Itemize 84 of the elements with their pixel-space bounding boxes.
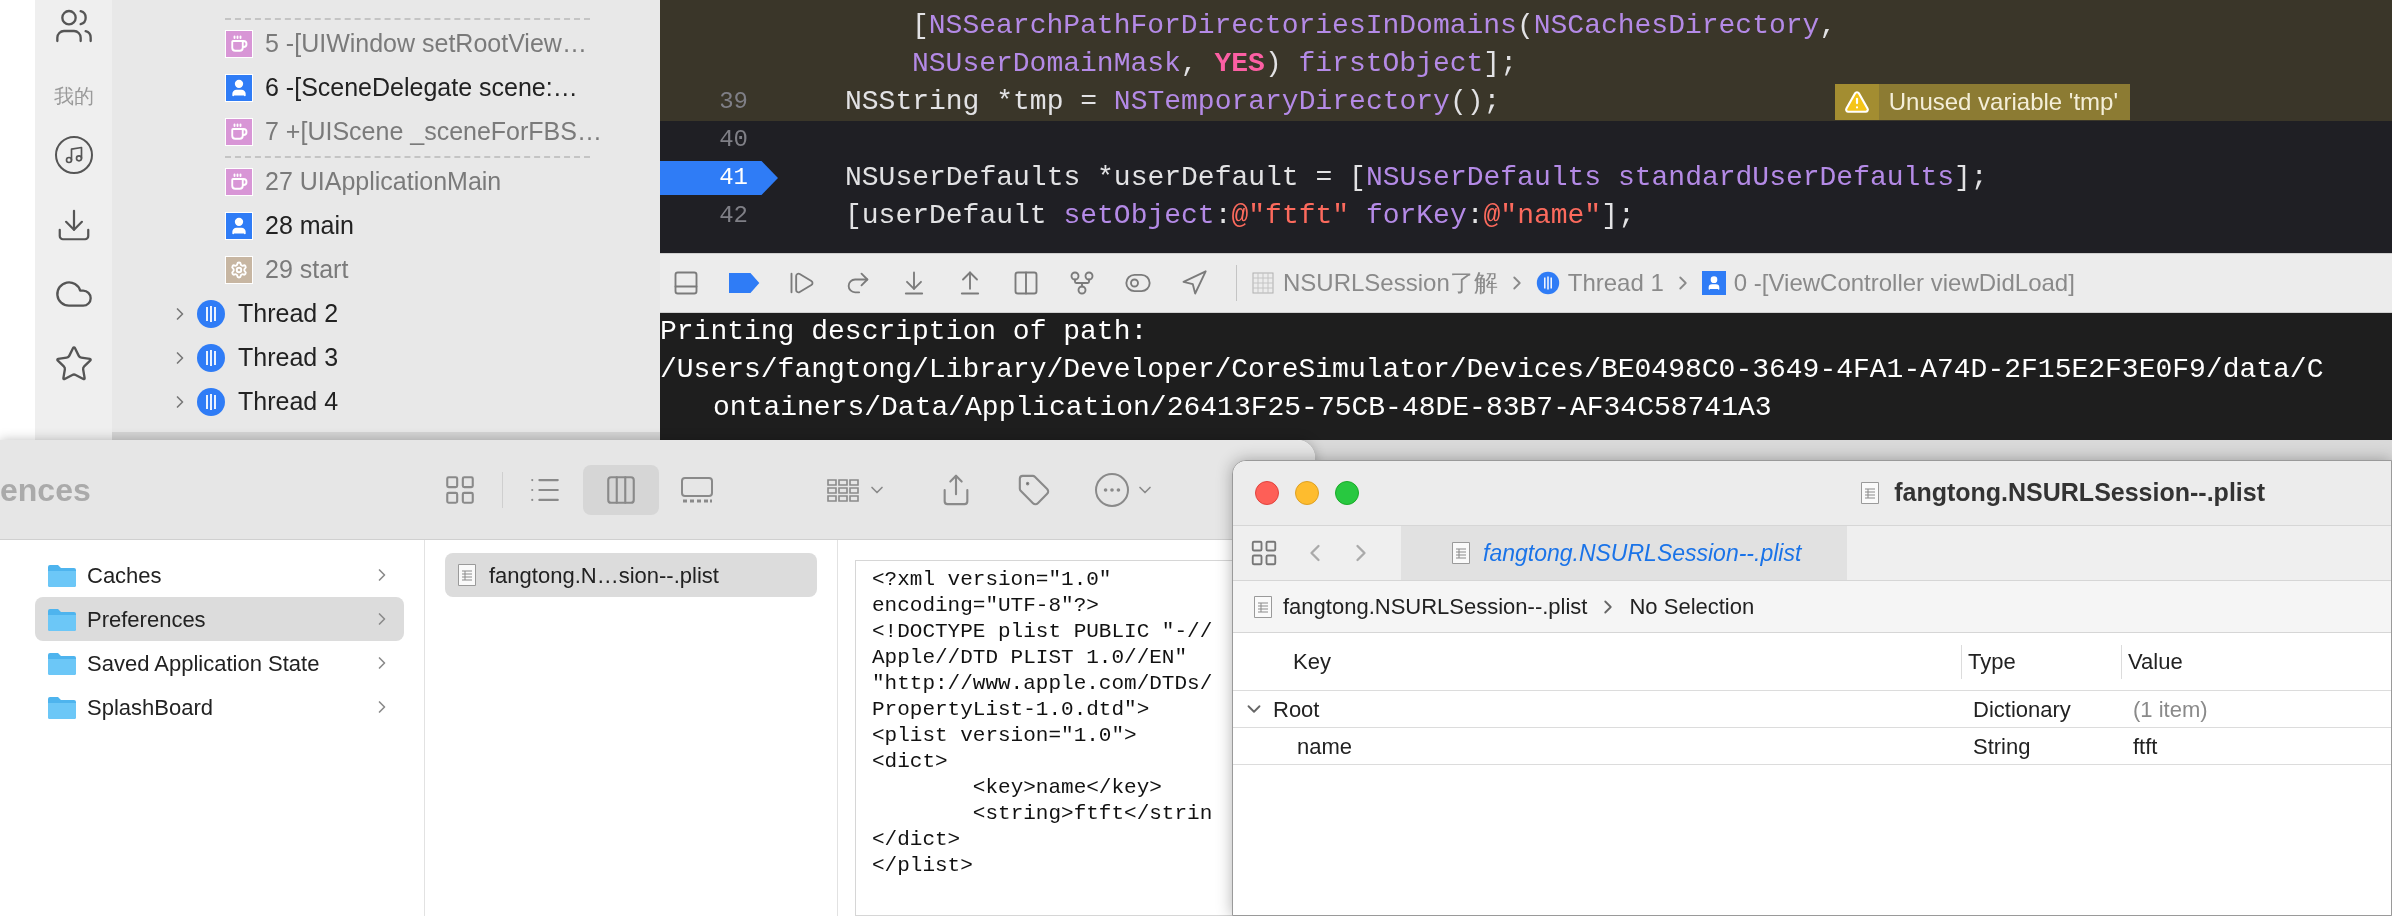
thread-row[interactable]: Thread 4 — [112, 380, 660, 424]
type-cell-text: Dictionary — [1972, 695, 2072, 724]
thread-icon — [196, 343, 226, 373]
xml-line: </plist> — [872, 854, 973, 877]
thread-icon — [1535, 271, 1560, 295]
person-icon — [225, 212, 253, 240]
code-text: [NSSearchPathForDirectoriesInDomains(NSCachesDirectory, — [911, 9, 1837, 43]
xml-line: encoding="UTF-8"?> — [872, 594, 1099, 617]
line-number: 42 — [718, 201, 749, 231]
person-icon — [1701, 271, 1726, 295]
line-number: 39 — [718, 87, 749, 117]
xml-line: <string>ftft</strin — [971, 802, 1213, 825]
code-text: NSUserDefaults *userDefault = [NSUserDefaults standardUserDefaults]; — [844, 161, 1988, 195]
thread-icon — [196, 299, 226, 329]
cup-icon — [225, 30, 253, 58]
stack-frame[interactable]: 29 start — [112, 248, 660, 292]
column-header[interactable]: Value — [2121, 644, 2391, 679]
minimize-button[interactable] — [1295, 481, 1319, 505]
grid-icon — [1251, 271, 1275, 295]
document-icon — [1451, 541, 1471, 565]
folder-icon — [47, 607, 77, 631]
thread-row[interactable]: Thread 3 — [112, 336, 660, 380]
key-cell-text: Root — [1273, 695, 1320, 724]
line-number: 40 — [718, 125, 749, 155]
person-icon — [225, 74, 253, 102]
key-cell: name — [1297, 733, 1353, 759]
xml-line: </dict> — [872, 828, 961, 851]
stack-frame[interactable]: 6 -[SceneDelegate scene:… — [112, 66, 660, 110]
path-item[interactable]: fangtong.NSURLSession--.plist — [1283, 590, 1588, 623]
panel-icon[interactable] — [672, 269, 700, 297]
console-line: ontainers/Data/Application/26413F25-75CB-48DE-83B7-AF34C58741A3 — [713, 392, 1772, 423]
warning-icon — [1834, 84, 1879, 120]
type-cell-text: String — [1972, 732, 2032, 761]
stack-frame[interactable]: 5 -[UIWindow setRootView… — [112, 22, 660, 66]
code-text: NSString *tmp = NSTemporaryDirectory(); — [844, 85, 1501, 119]
document-icon — [1253, 594, 1273, 619]
thread-icon — [196, 387, 226, 417]
xml-line: <key>name</key> — [971, 776, 1162, 799]
xml-line: <!DOCTYPE plist PUBLIC "-// — [872, 620, 1213, 643]
code-text: NSUserDomainMask, YES) firstObject]; — [911, 47, 1517, 81]
xml-line: PropertyList-1.0.dtd"> — [872, 698, 1150, 721]
breakpoint-icon[interactable] — [728, 272, 760, 294]
gear-icon — [225, 256, 253, 284]
stack-frame[interactable]: 7 +[UIScene _sceneForFBS… — [112, 110, 660, 154]
xml-line: <plist version="1.0"> — [872, 724, 1137, 747]
stack-frame[interactable]: 27 UIApplicationMain — [112, 160, 660, 204]
code-text: [userDefault setObject:@"ftft" forKey:@"name"]; — [844, 199, 1635, 233]
thread-row[interactable]: Thread 2 — [112, 292, 660, 336]
folder-row[interactable]: Preferences — [35, 597, 404, 641]
line-number: 41 — [660, 161, 778, 195]
file-row[interactable]: fangtong.N…sion--.plist — [445, 553, 817, 597]
xml-line: Apple//DTD PLIST 1.0//EN" — [872, 646, 1188, 669]
window-title: ences — [0, 473, 92, 506]
path-item[interactable]: No Selection — [1629, 590, 1755, 623]
tag-icon[interactable] — [1017, 472, 1051, 507]
console-line: /Users/fangtong/Library/Developer/CoreSimulator/Devices/BE0498C0-3649-4FA1-A74D-2F15E2F3E0F9/data/C — [660, 354, 2324, 385]
column-header[interactable]: Key — [1233, 644, 1961, 679]
gallery-icon — [679, 474, 715, 505]
console-line: Printing description of path: — [660, 316, 1148, 347]
xml-line: <?xml version="1.0" — [872, 568, 1112, 591]
cup-icon — [225, 168, 253, 196]
warning-badge: Unused variable 'tmp' — [1834, 84, 2130, 120]
folder-icon — [47, 651, 77, 675]
section-label: 我的 — [53, 86, 94, 106]
document-icon — [1860, 480, 1881, 506]
folder-icon — [47, 563, 77, 587]
music-note-icon[interactable] — [54, 136, 93, 174]
zoom-button[interactable] — [1335, 481, 1359, 505]
xml-line: <dict> — [872, 750, 948, 773]
view-mode-button[interactable] — [583, 464, 659, 515]
columns-icon[interactable] — [1012, 269, 1040, 297]
document-icon — [457, 563, 477, 587]
window-title: fangtong.NSURLSession--.plist — [1894, 477, 2265, 509]
folder-icon — [47, 695, 77, 719]
close-button[interactable] — [1255, 481, 1279, 505]
column-header[interactable]: Type — [1961, 644, 2121, 679]
value-cell-text: (1 item) — [2132, 695, 2209, 724]
navigation-arrow-icon[interactable] — [1180, 269, 1208, 297]
xml-line: "http://www.apple.com/DTDs/ — [872, 672, 1213, 695]
cup-icon — [225, 118, 253, 146]
grid-icon[interactable] — [1249, 538, 1279, 568]
stack-frame[interactable]: 28 main — [112, 204, 660, 248]
branch-icon[interactable] — [1068, 269, 1096, 297]
value-cell-text: ftft — [2132, 732, 2159, 761]
